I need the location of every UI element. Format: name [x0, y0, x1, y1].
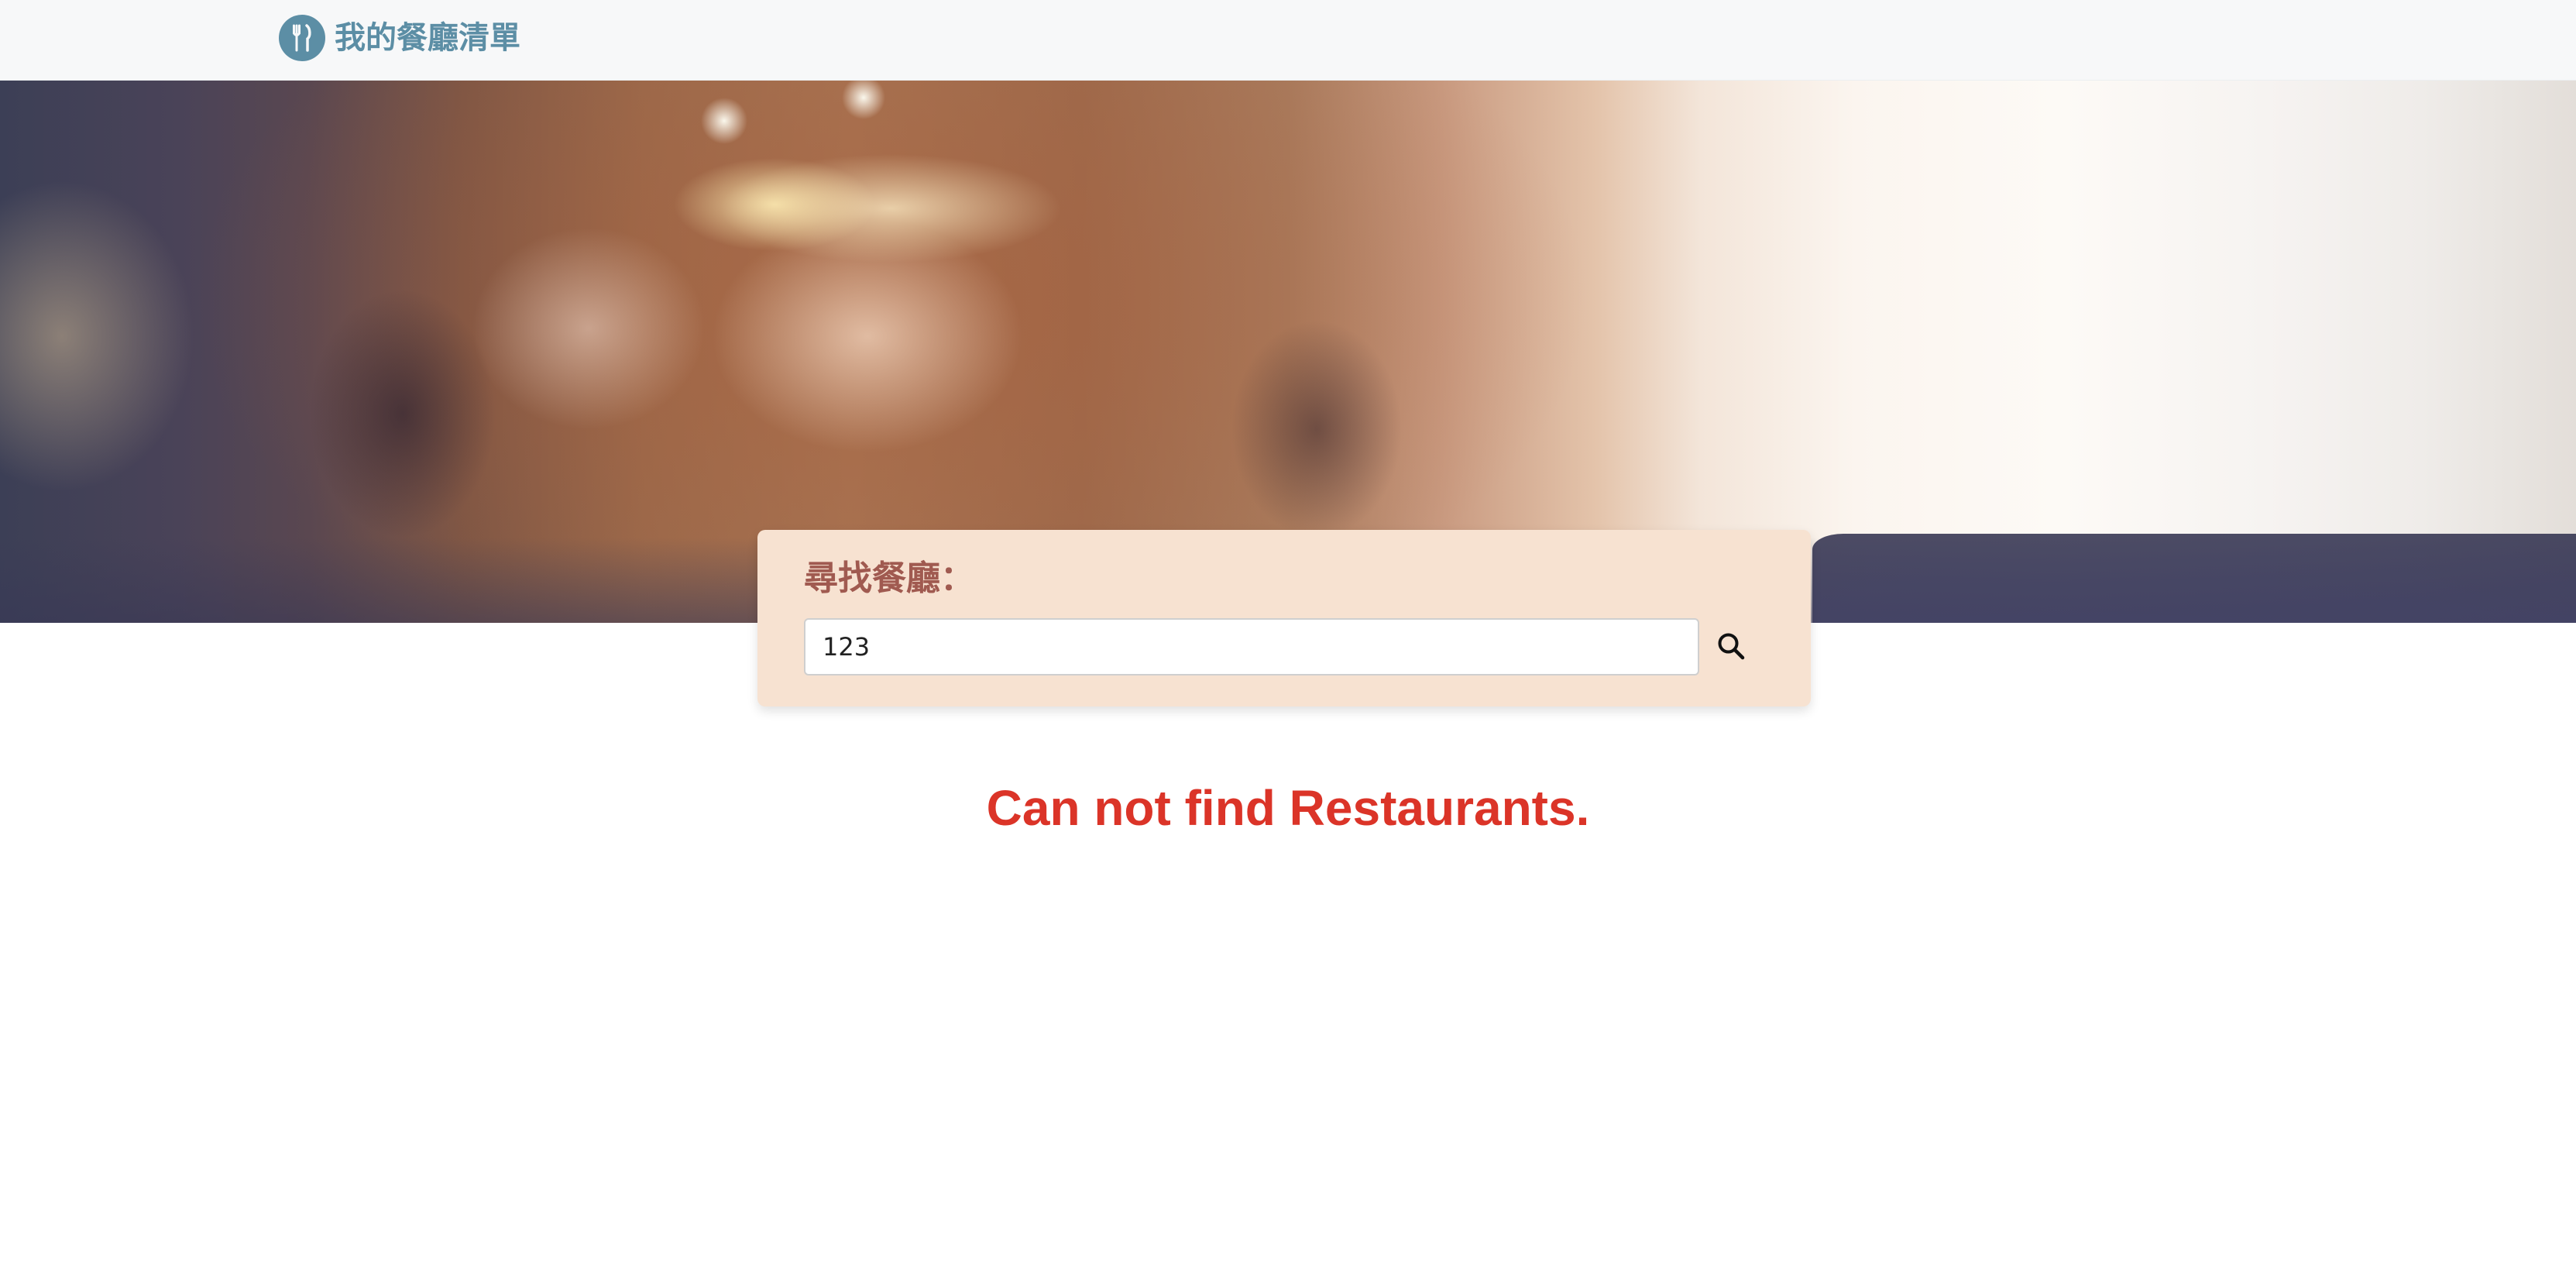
brand-label: 我的餐廳清單	[335, 20, 520, 56]
search-card: 尋找餐廳：	[757, 530, 1811, 706]
navbar: 我的餐廳清單	[0, 0, 2576, 81]
no-results-message: Can not find Restaurants.	[986, 780, 1590, 836]
search-input[interactable]	[804, 618, 1699, 676]
search-button[interactable]	[1702, 618, 1760, 676]
brand-link[interactable]: 我的餐廳清單	[279, 14, 520, 62]
banner-table-shape	[1812, 534, 2576, 623]
search-title: 尋找餐廳：	[804, 559, 974, 598]
fork-knife-icon	[279, 15, 325, 61]
search-icon	[1716, 631, 1746, 663]
